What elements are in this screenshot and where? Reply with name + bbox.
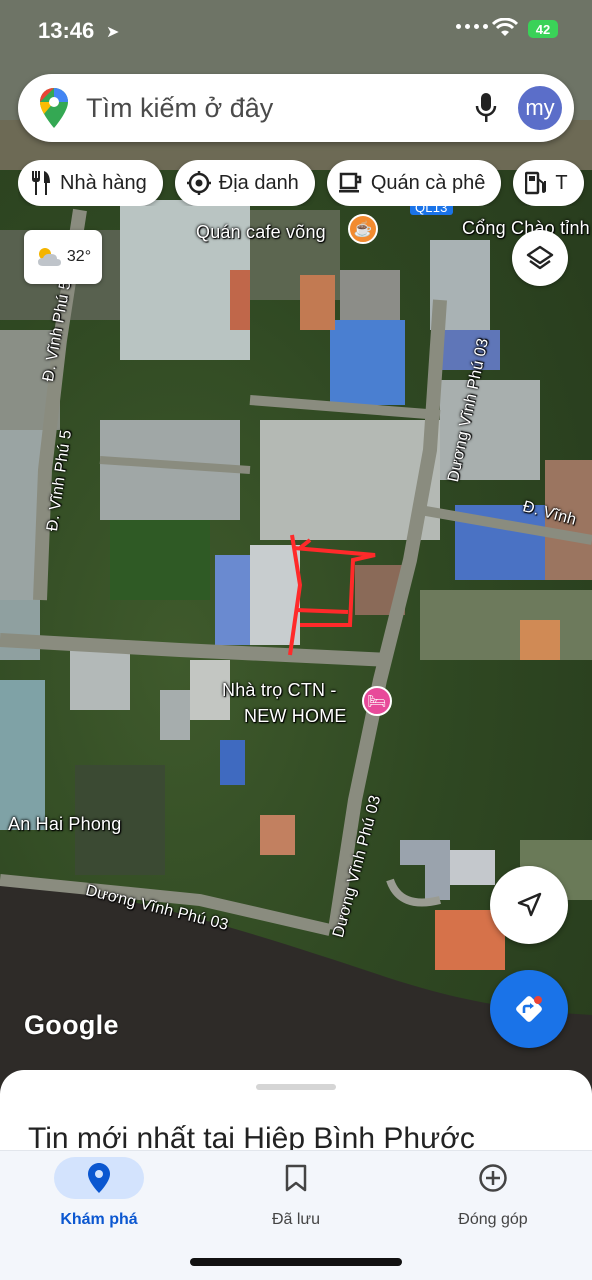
landmark-icon xyxy=(186,171,211,195)
gas-station-icon xyxy=(525,171,547,195)
wifi-icon xyxy=(492,18,518,36)
nav-explore-pill xyxy=(54,1157,144,1199)
restaurant-icon xyxy=(32,171,50,195)
category-chips: Nhà hàng Địa danh Quán cà phê T xyxy=(18,160,592,206)
mic-button[interactable] xyxy=(466,88,506,128)
location-arrow-icon: ➤ xyxy=(106,24,120,41)
battery-icon: 42 xyxy=(528,20,558,38)
map-label-nha-tro-1: Nhà trọ CTN - xyxy=(222,680,337,700)
navigation-arrow-icon xyxy=(517,892,542,917)
status-time: 13:46 xyxy=(38,18,95,43)
map-label-nha-tro-2: NEW HOME xyxy=(244,706,347,726)
chip-landmarks[interactable]: Địa danh xyxy=(174,160,315,206)
google-attribution: Google xyxy=(24,1010,119,1040)
nav-saved[interactable]: Đã lưu xyxy=(221,1157,371,1237)
hotel-poi-icon[interactable]: 🛏 xyxy=(362,686,392,716)
chip-label: Quán cà phê xyxy=(370,171,486,194)
add-circle-icon xyxy=(479,1164,507,1192)
weather-badge[interactable]: 32° xyxy=(24,230,102,284)
layers-icon xyxy=(526,245,554,270)
map-label-an-hai-phong: An Hai Phong xyxy=(8,814,122,834)
chip-restaurants[interactable]: Nhà hàng xyxy=(18,160,163,206)
chip-gas[interactable]: T xyxy=(513,160,584,206)
chip-cafes[interactable]: Quán cà phê xyxy=(326,160,502,206)
status-bar: 13:46 ➤ 42 xyxy=(0,0,592,60)
battery-level: 42 xyxy=(535,21,551,37)
bookmark-icon xyxy=(285,1164,307,1192)
mic-icon xyxy=(475,93,497,122)
cafe-poi-icon[interactable]: ☕ xyxy=(348,214,378,244)
google-maps-pin-icon xyxy=(40,88,68,128)
chip-label: T xyxy=(555,171,568,194)
my-location-button[interactable] xyxy=(490,866,568,944)
nav-contribute-label: Đóng góp xyxy=(458,1211,528,1228)
cafe-icon xyxy=(338,172,362,193)
nav-saved-pill xyxy=(251,1157,341,1199)
search-input[interactable] xyxy=(86,92,466,124)
nav-explore[interactable]: Khám phá xyxy=(24,1157,174,1237)
chip-label: Nhà hàng xyxy=(60,171,147,194)
map-label-cafe: Quán cafe võng xyxy=(196,222,326,242)
nav-explore-label: Khám phá xyxy=(60,1211,138,1228)
explore-pin-icon xyxy=(88,1163,110,1193)
signal-icon xyxy=(456,24,488,29)
nav-contribute[interactable]: Đóng góp xyxy=(418,1157,568,1237)
weather-temp: 32° xyxy=(66,248,92,265)
partly-cloudy-icon xyxy=(37,248,61,266)
sheet-drag-handle[interactable] xyxy=(256,1084,336,1090)
search-bar[interactable]: my xyxy=(18,74,574,142)
directions-button[interactable] xyxy=(490,970,568,1048)
directions-icon xyxy=(516,996,542,1022)
layers-button[interactable] xyxy=(512,230,568,286)
nav-contribute-pill xyxy=(448,1157,538,1199)
home-indicator[interactable] xyxy=(190,1258,402,1266)
nav-saved-label: Đã lưu xyxy=(271,1211,321,1228)
avatar[interactable]: my xyxy=(518,86,562,130)
chip-label: Địa danh xyxy=(218,171,299,194)
